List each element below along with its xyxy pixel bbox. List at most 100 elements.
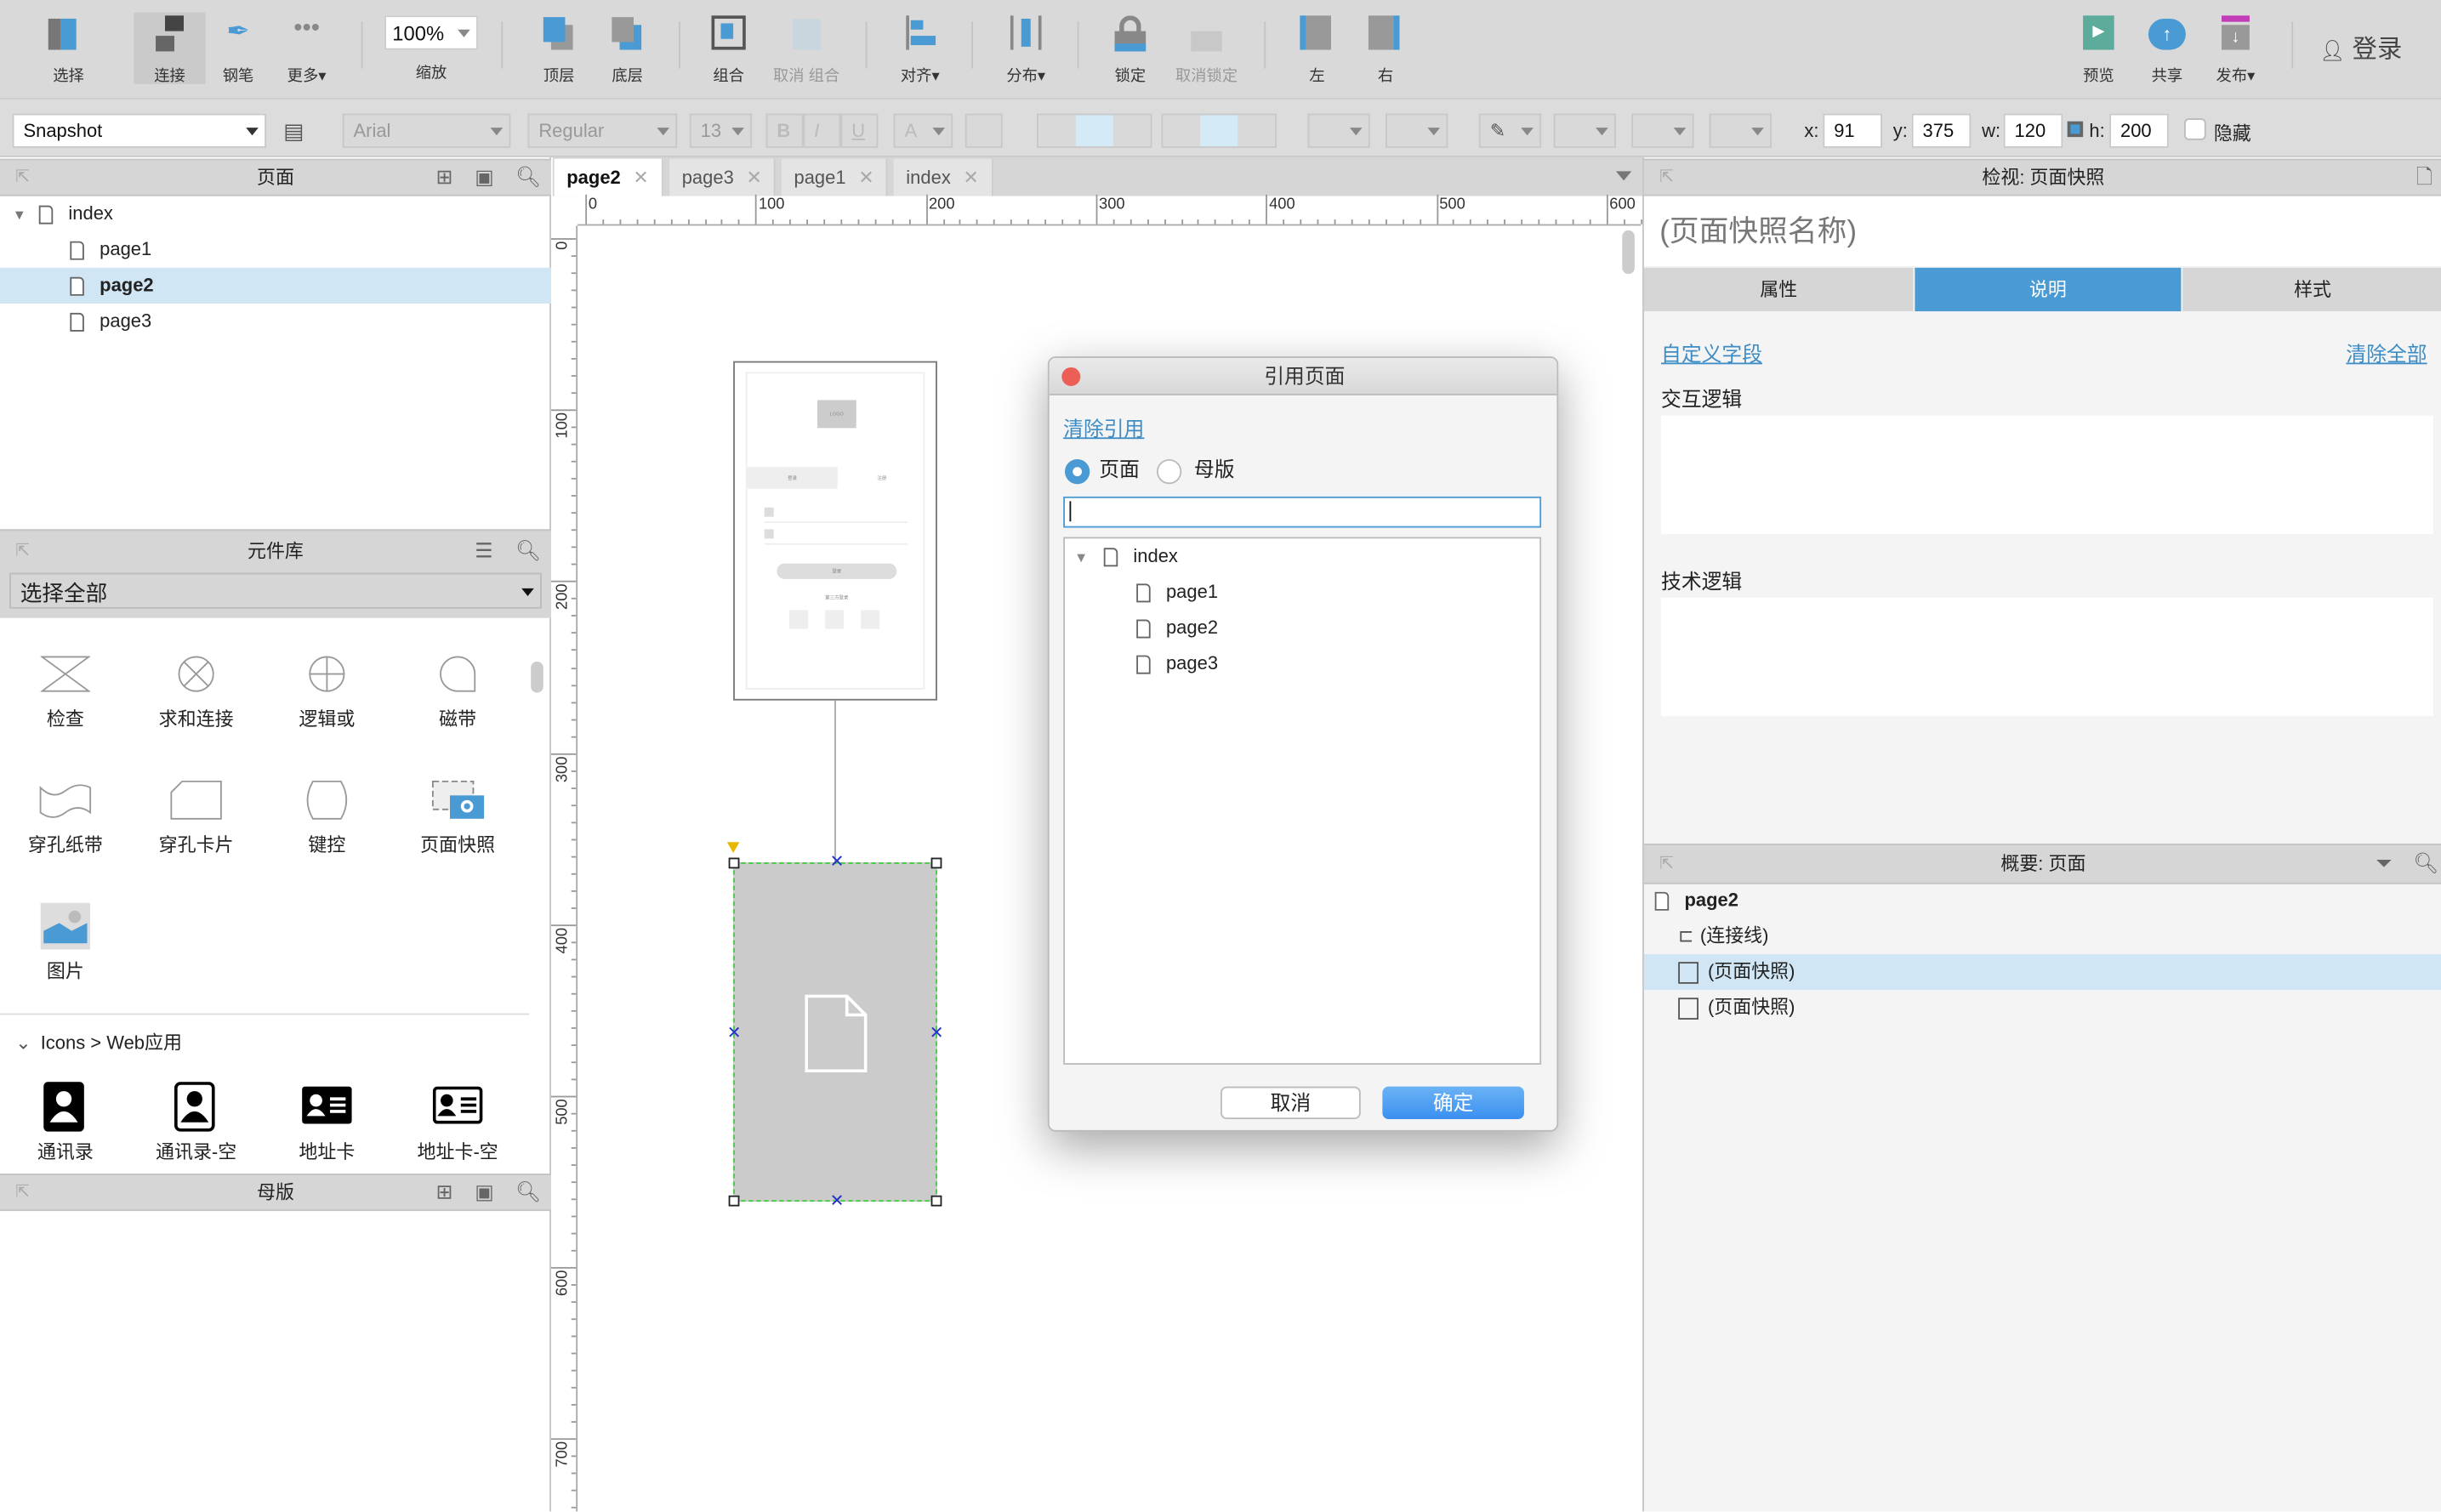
tree-item-page3[interactable]: page3 bbox=[1065, 646, 1218, 682]
send-back-button[interactable]: 底层 bbox=[592, 15, 663, 86]
style-select[interactable]: Snapshot bbox=[12, 113, 266, 148]
connection-point[interactable]: ✕ bbox=[727, 1025, 742, 1042]
outline-item-snapshot-selected[interactable]: (页面快照) bbox=[1643, 954, 2441, 991]
outline-root[interactable]: page2 bbox=[1644, 883, 2441, 918]
connection-point[interactable]: ✕ bbox=[830, 1193, 845, 1210]
search-icon[interactable]: 🔍︎ bbox=[515, 161, 541, 195]
snapshot-name-input[interactable]: (页面快照名称) bbox=[1643, 196, 2441, 266]
zoom-select[interactable]: 100% bbox=[384, 15, 478, 50]
widget-punched-card[interactable]: 穿孔卡片 bbox=[131, 769, 262, 857]
filter-icon[interactable]: ⏷ bbox=[2376, 845, 2392, 883]
tree-item-page2[interactable]: page2 bbox=[1065, 611, 1218, 646]
tab-properties[interactable]: 属性 bbox=[1643, 267, 1914, 312]
connection-point[interactable]: ✕ bbox=[830, 854, 845, 871]
tab-notes[interactable]: 说明 bbox=[1915, 267, 2182, 312]
hidden-checkbox[interactable] bbox=[2184, 118, 2206, 140]
fill-color-button[interactable] bbox=[1307, 113, 1370, 148]
line-width-button[interactable] bbox=[1553, 113, 1616, 148]
lock-ratio-icon[interactable] bbox=[2067, 121, 2084, 138]
resize-handle[interactable] bbox=[930, 857, 942, 869]
icons-section-header[interactable]: ⌄ Icons > Web应用 bbox=[15, 1029, 182, 1055]
widget-summing-junction[interactable]: 求和连接 bbox=[131, 643, 262, 731]
publish-button[interactable]: ↓ 发布▾ bbox=[2199, 15, 2271, 86]
connect-tool[interactable]: 连接 bbox=[134, 12, 206, 86]
size-select[interactable]: 13 bbox=[689, 113, 753, 148]
widget-logical-or[interactable]: 逻辑或 bbox=[262, 643, 393, 731]
page-item-page1[interactable]: page1 bbox=[0, 232, 551, 268]
font-select[interactable]: Arial bbox=[342, 113, 511, 148]
clear-all-link[interactable]: 清除全部 bbox=[2346, 338, 2427, 367]
page-snapshot-1[interactable]: LOGO 登录 注册 登录 第三方登录 bbox=[733, 361, 937, 701]
tab-page1[interactable]: page1 ✕ bbox=[781, 158, 889, 196]
more-tool[interactable]: ••• 更多▾ bbox=[270, 15, 342, 85]
w-input[interactable]: 120 bbox=[2003, 113, 2063, 148]
page-search-input[interactable] bbox=[1063, 496, 1542, 528]
page-item-page2[interactable]: page2 bbox=[0, 267, 551, 304]
page-snapshot-selected[interactable] bbox=[733, 862, 937, 1202]
left-button[interactable]: 左 bbox=[1281, 15, 1352, 86]
distribute-button[interactable]: 分布▾ bbox=[990, 15, 1061, 86]
icon-address-card-empty[interactable]: 地址卡-空 bbox=[392, 1076, 523, 1164]
add-folder-icon[interactable]: ▣ bbox=[475, 161, 494, 195]
widget-check[interactable]: 检查 bbox=[0, 643, 131, 731]
x-input[interactable]: 91 bbox=[1823, 113, 1882, 148]
radio-master[interactable]: 母版 bbox=[1156, 453, 1235, 484]
resize-handle[interactable] bbox=[728, 1195, 740, 1207]
search-icon[interactable]: 🔍︎ bbox=[515, 531, 541, 571]
page-item-page3[interactable]: page3 bbox=[0, 304, 551, 339]
search-icon[interactable]: 🔍︎ bbox=[2413, 845, 2438, 883]
tree-item-index[interactable]: ▼ index bbox=[1065, 538, 1178, 574]
widget-punched-tape[interactable]: 穿孔纸带 bbox=[0, 769, 131, 857]
tab-page2[interactable]: page2 ✕ bbox=[554, 158, 663, 196]
vertical-align-group[interactable] bbox=[1161, 113, 1277, 148]
weight-select[interactable]: Regular bbox=[527, 113, 678, 148]
menu-icon[interactable]: ☰ bbox=[475, 531, 492, 571]
preview-button[interactable]: ▶ 预览 bbox=[2063, 15, 2134, 86]
line-color-button[interactable]: ✎ bbox=[1478, 113, 1542, 148]
text-align-group[interactable] bbox=[1037, 113, 1152, 148]
widget-tape[interactable]: 磁带 bbox=[392, 643, 523, 731]
close-button[interactable] bbox=[1061, 367, 1081, 386]
cancel-button[interactable]: 取消 bbox=[1220, 1086, 1361, 1120]
line-style-button[interactable] bbox=[1631, 113, 1694, 148]
add-folder-icon[interactable]: ▣ bbox=[475, 1175, 494, 1209]
h-input[interactable]: 200 bbox=[2109, 113, 2169, 148]
tab-index[interactable]: index ✕ bbox=[893, 158, 993, 196]
tree-item-page1[interactable]: page1 bbox=[1065, 574, 1218, 610]
widget-page-snapshot[interactable]: 页面快照 bbox=[392, 769, 523, 857]
italic-button[interactable]: I bbox=[803, 113, 841, 148]
bring-front-button[interactable]: 顶层 bbox=[523, 15, 595, 86]
tech-logic-textarea[interactable] bbox=[1661, 597, 2433, 716]
tab-menu-icon[interactable] bbox=[1615, 171, 1632, 181]
canvas-scrollbar[interactable] bbox=[1622, 230, 1635, 275]
search-icon[interactable]: 🔍︎ bbox=[515, 1175, 541, 1209]
lock-button[interactable]: 锁定 bbox=[1095, 15, 1166, 86]
outline-item-connector[interactable]: ⊏ (连接线) bbox=[1644, 918, 2441, 954]
right-button[interactable]: 右 bbox=[1350, 15, 1421, 86]
widget-image[interactable]: 图片 bbox=[0, 895, 131, 983]
add-master-icon[interactable]: ⊞ bbox=[436, 1175, 453, 1209]
share-button[interactable]: ↑ 共享 bbox=[2131, 15, 2203, 86]
pen-tool[interactable]: ✒ 钢笔 bbox=[202, 15, 274, 85]
bold-button[interactable]: B bbox=[765, 113, 804, 148]
font-color-button[interactable]: A bbox=[893, 113, 953, 148]
connector-line[interactable] bbox=[834, 700, 836, 863]
icon-contacts-empty[interactable]: 通讯录-空 bbox=[131, 1076, 262, 1164]
page-item-index[interactable]: ▼ index bbox=[0, 196, 551, 232]
widget-manual-input[interactable]: 键控 bbox=[262, 769, 393, 857]
interaction-logic-textarea[interactable] bbox=[1661, 415, 2433, 534]
style-edit-icon[interactable]: ▤ bbox=[283, 118, 304, 145]
align-button[interactable]: 对齐▾ bbox=[885, 15, 956, 86]
icon-contacts[interactable]: 通讯录 bbox=[0, 1076, 131, 1164]
custom-fields-link[interactable]: 自定义字段 bbox=[1661, 338, 1762, 367]
icon-address-card[interactable]: 地址卡 bbox=[262, 1076, 393, 1164]
zoom-control[interactable]: 100% 缩放 bbox=[383, 15, 479, 82]
outline-item-snapshot[interactable]: (页面快照) bbox=[1644, 990, 2441, 1026]
clear-reference-link[interactable]: 清除引用 bbox=[1063, 412, 1144, 442]
ungroup-button[interactable]: 取消 组合 bbox=[763, 15, 851, 86]
resize-handle[interactable] bbox=[930, 1195, 942, 1207]
arrow-style-button[interactable] bbox=[1709, 113, 1772, 148]
tab-style[interactable]: 样式 bbox=[2182, 267, 2441, 312]
library-select[interactable]: 选择全部 bbox=[9, 572, 542, 609]
shadow-button[interactable] bbox=[1386, 113, 1448, 148]
